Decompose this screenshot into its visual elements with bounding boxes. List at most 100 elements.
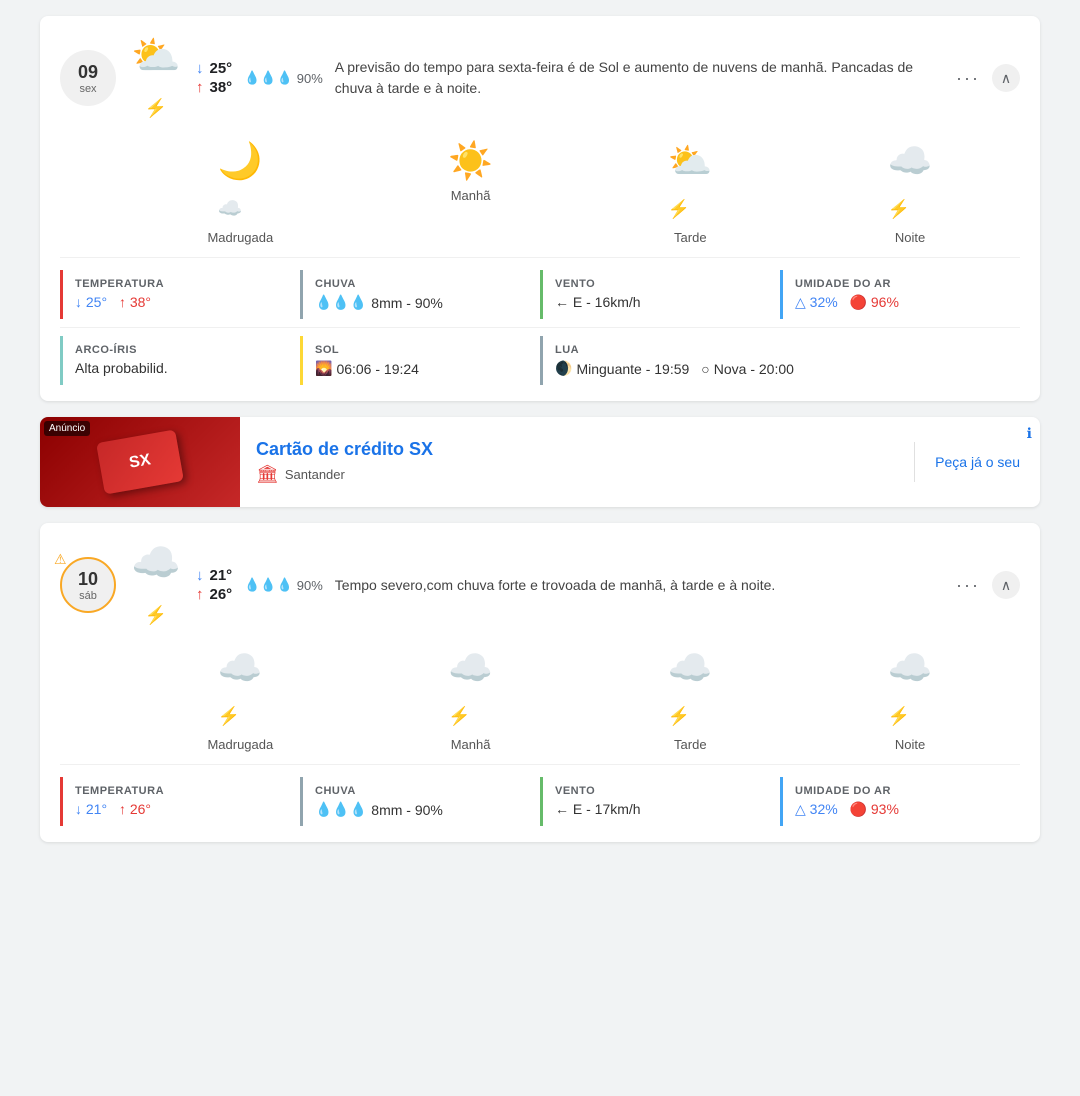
ad-image: Anúncio SX (40, 417, 240, 507)
day1-details-grid: TEMPERATURA ↓ 25° ↑ 38° CHUVA 💧💧💧 8mm - … (60, 257, 1020, 319)
day1-tarde-label: Tarde (674, 230, 707, 245)
day1-temp-row: ↓ 25° (196, 60, 232, 77)
day1-nova-icon: ○ (701, 361, 709, 377)
day2-rain: 💧💧💧 90% (244, 577, 323, 593)
day2-collapse-button[interactable]: ∧ (992, 571, 1020, 599)
day2-chuva-amount: 8mm - 90% (371, 802, 443, 818)
ad-brand: 🏛 Santander (256, 464, 898, 485)
ad-cta-link[interactable]: Peça já o seu (935, 454, 1020, 470)
day1-rain-drops: 💧💧💧 (244, 70, 293, 86)
day1-time-icons: 🌙☁️ Madrugada ☀️ Manhã ⛅⚡ Tarde ☁️⚡ Noit… (120, 140, 1020, 245)
day2-time-icons: ☁️⚡ Madrugada ☁️⚡ Manhã ☁️⚡ Tarde ☁️⚡ No… (120, 647, 1020, 752)
day1-temp-title: TEMPERATURA (75, 278, 288, 290)
day1-chuva: CHUVA 💧💧💧 8mm - 90% (300, 270, 540, 319)
day2-manha: ☁️⚡ Manhã (448, 647, 493, 752)
day2-number: 10 (78, 569, 98, 590)
day1-chuva-title: CHUVA (315, 278, 528, 290)
day2-tarde-label: Tarde (674, 737, 707, 752)
day1-lua-value: 🌒 Minguante - 19:59 ○ Nova - 20:00 (555, 360, 1008, 377)
day2-manha-label: Manhã (451, 737, 491, 752)
day2-header: ⚠ 10 sáb ☁️⚡ ↓ 21° ↑ 26° 💧💧💧 90% Tempo s… (60, 539, 1020, 631)
day1-temp-high-row: ↑ 38° (196, 79, 232, 96)
day1-lua-text: Minguante - 19:59 (576, 361, 689, 377)
day1-number: 09 (78, 62, 98, 83)
day2-temp-high-row: ↑ 26° (196, 586, 232, 603)
day2-vento-text: ← E - 17km/h (555, 801, 641, 817)
day2-rain-drops: 💧💧💧 (244, 577, 293, 593)
day1-chuva-amount: 8mm - 90% (371, 295, 443, 311)
day2-umidade-high: 🔴 93% (850, 801, 899, 818)
day2-tarde: ☁️⚡ Tarde (668, 647, 713, 752)
day2-description: Tempo severo,com chuva forte e trovoada … (335, 575, 944, 596)
day1-sol-times: 06:06 - 19:24 (336, 361, 419, 377)
day2-umidade-values: △ 32% 🔴 93% (795, 801, 1008, 818)
day2-card: ⚠ 10 sáb ☁️⚡ ↓ 21° ↑ 26° 💧💧💧 90% Tempo s… (40, 523, 1040, 842)
day1-arco: ARCO-ÍRIS Alta probabilid. (60, 336, 300, 385)
ad-badge: Anúncio (44, 421, 90, 436)
day2-badge: 10 sáb (60, 557, 116, 613)
day1-temp-high: 38° (210, 79, 233, 96)
day1-arco-value: Alta probabilid. (75, 360, 288, 376)
ad-card: Anúncio SX Cartão de crédito SX 🏛 Santan… (40, 417, 1040, 507)
day2-warning-icon: ⚠ (54, 551, 67, 568)
ad-cta[interactable]: Peça já o seu (914, 442, 1040, 482)
day1-umidade-low: △ 32% (795, 294, 838, 311)
day2-noite-icon: ☁️⚡ (888, 647, 933, 731)
day2-vento: VENTO ← E - 17km/h (540, 777, 780, 826)
day2-noite: ☁️⚡ Noite (888, 647, 933, 752)
day2-temp-values: ↓ 21° ↑ 26° (75, 801, 288, 817)
ad-content: Cartão de crédito SX 🏛 Santander (240, 427, 914, 497)
day2-badge-wrapper: ⚠ 10 sáb (60, 557, 116, 613)
day2-details-grid: TEMPERATURA ↓ 21° ↑ 26° CHUVA 💧💧💧 8mm - … (60, 764, 1020, 826)
day2-temp-high: 26° (210, 586, 233, 603)
day2-chuva-value: 💧💧💧 8mm - 90% (315, 801, 528, 818)
day1-umidade-title: UMIDADE DO AR (795, 278, 1008, 290)
day1-noite: ☁️⚡ Noite (888, 140, 933, 245)
day1-noite-label: Noite (895, 230, 925, 245)
day1-description: A previsão do tempo para sexta-feira é d… (335, 57, 944, 99)
day2-vento-value: ← E - 17km/h (555, 801, 768, 817)
ad-brand-name: Santander (285, 467, 345, 482)
day1-temp-up-icon: ↑ (196, 79, 204, 96)
ad-info-icon[interactable]: ℹ (1027, 425, 1032, 442)
day2-madrugada: ☁️⚡ Madrugada (207, 647, 273, 752)
day2-madrugada-label: Madrugada (207, 737, 273, 752)
day2-name: sáb (79, 590, 97, 602)
day1-temp-down-icon: ↓ (196, 60, 204, 77)
day2-temp-title: TEMPERATURA (75, 785, 288, 797)
day2-rain-pct: 90% (297, 578, 323, 593)
day1-collapse-button[interactable]: ∧ (992, 64, 1020, 92)
day2-temperatura: TEMPERATURA ↓ 21° ↑ 26° (60, 777, 300, 826)
day1-noite-icon: ☁️⚡ (888, 140, 933, 224)
day1-nova-text: Nova - 20:00 (714, 361, 794, 377)
day1-chuva-drops: 💧💧💧 (315, 294, 367, 311)
day1-temp-low-val: ↓ 25° (75, 294, 107, 310)
day2-temp-low: 21° (210, 567, 233, 584)
day1-sol-icon: 🌄 (315, 360, 332, 377)
day1-rain-pct: 90% (297, 71, 323, 86)
day2-temp-up-icon: ↑ (196, 586, 204, 603)
day1-temperatura: TEMPERATURA ↓ 25° ↑ 38° (60, 270, 300, 319)
day1-badge: 09 sex (60, 50, 116, 106)
day1-umidade-high: 🔴 96% (850, 294, 899, 311)
day2-umidade-title: UMIDADE DO AR (795, 785, 1008, 797)
ad-card-visual: SX (96, 429, 184, 494)
day1-lua-icon: 🌒 (555, 360, 572, 377)
santander-logo-icon: 🏛 (256, 464, 279, 485)
day1-temp-low: 25° (210, 60, 233, 77)
day2-dots-menu[interactable]: ··· (956, 575, 980, 596)
day2-main-icon: ☁️⚡ (128, 539, 184, 631)
day1-temp-high-val: ↑ 38° (119, 294, 151, 310)
day1-vento-title: VENTO (555, 278, 768, 290)
day1-details-grid2: ARCO-ÍRIS Alta probabilid. SOL 🌄 06:06 -… (60, 327, 1020, 385)
day2-temp-down-icon: ↓ (196, 567, 204, 584)
day2-chuva-drops: 💧💧💧 (315, 801, 367, 818)
ad-title: Cartão de crédito SX (256, 439, 898, 460)
day2-madrugada-icon: ☁️⚡ (218, 647, 263, 731)
day1-dots-menu[interactable]: ··· (956, 68, 980, 89)
day1-card: 09 sex ⛅⚡ ↓ 25° ↑ 38° 💧💧💧 90% A previsão… (40, 16, 1040, 401)
day1-manha-icon: ☀️ (448, 140, 493, 182)
day1-lua-title: LUA (555, 344, 1008, 356)
day2-manha-icon: ☁️⚡ (448, 647, 493, 731)
day1-lua: LUA 🌒 Minguante - 19:59 ○ Nova - 20:00 (540, 336, 1020, 385)
